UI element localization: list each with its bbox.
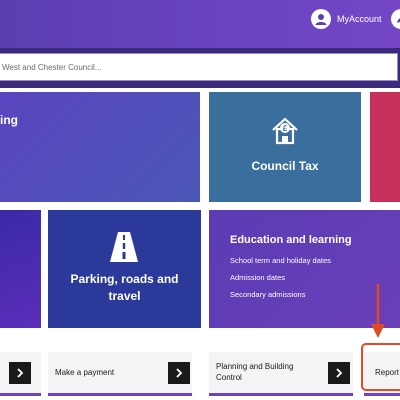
parking-tile[interactable]: Parking, roads and travel	[48, 210, 201, 328]
house-pound-icon: £	[270, 116, 300, 146]
svg-text:£: £	[283, 124, 288, 133]
pink-tile[interactable]	[370, 92, 400, 202]
user-icon	[311, 9, 331, 29]
school-term-dates-link[interactable]: School term and holiday dates	[230, 256, 331, 265]
purple-tile-left[interactable]	[0, 210, 41, 328]
card-underline	[209, 393, 353, 396]
admission-dates-link[interactable]: Admission dates	[230, 273, 285, 282]
parking-title-line2: travel	[108, 289, 141, 303]
card-left[interactable]	[0, 352, 41, 396]
council-tax-tile[interactable]: £ Council Tax	[209, 92, 361, 202]
card-underline	[364, 393, 400, 396]
housing-tile[interactable]: ing	[0, 92, 200, 202]
planning-card[interactable]: Planning and Building Control	[209, 352, 353, 396]
planning-label-line2: Control	[216, 373, 242, 382]
make-payment-label: Make a payment	[55, 368, 115, 377]
search-input[interactable]	[0, 53, 398, 81]
card-underline	[0, 393, 41, 396]
education-title: Education and learning	[230, 234, 352, 246]
secondary-admissions-link[interactable]: Secondary admissions	[230, 290, 305, 299]
chevron-right-icon[interactable]	[9, 362, 31, 384]
parking-title-line1: Parking, roads and	[70, 272, 179, 286]
chevron-right-icon[interactable]	[168, 362, 190, 384]
council-tax-title: Council Tax	[251, 159, 319, 173]
housing-tile-title: ing	[0, 113, 18, 127]
annotation-arrow	[370, 284, 386, 340]
card-underline	[48, 393, 192, 396]
make-payment-card[interactable]: Make a payment	[48, 352, 192, 396]
chevron-right-icon[interactable]	[328, 362, 350, 384]
planning-label-line1: Planning and Building	[216, 362, 294, 371]
site-header: MyAccount	[0, 0, 400, 48]
my-account-link[interactable]: MyAccount	[311, 9, 382, 29]
pencil-icon[interactable]	[391, 9, 400, 29]
annotation-highlight-box	[361, 343, 400, 391]
road-icon	[108, 231, 140, 263]
my-account-label: MyAccount	[337, 14, 382, 24]
